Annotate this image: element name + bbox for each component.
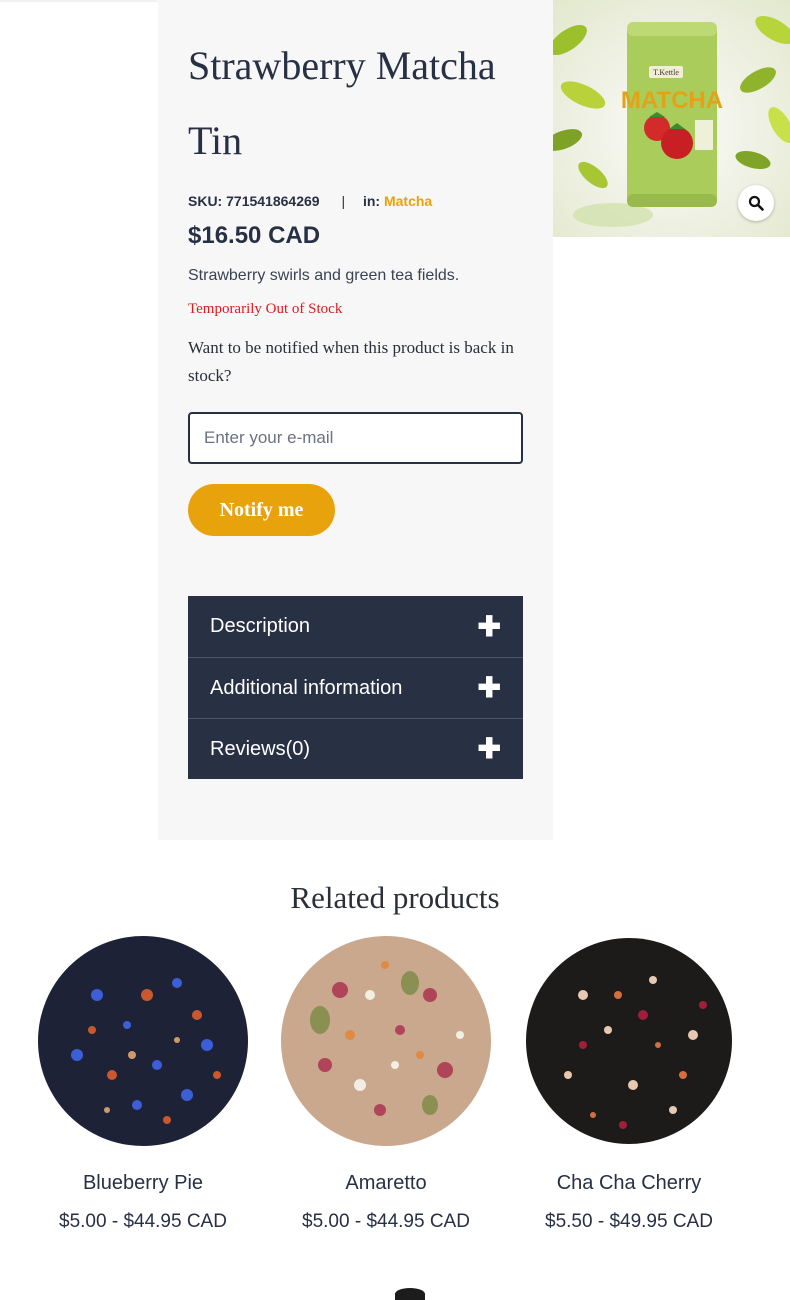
category-link[interactable]: Matcha	[384, 193, 432, 209]
accordion-additional-information[interactable]: Additional information ✚	[188, 657, 523, 718]
product-name[interactable]: Amaretto	[276, 1172, 496, 1195]
magnifier-icon	[748, 195, 764, 211]
short-description: Strawberry swirls and green tea fields.	[188, 267, 460, 284]
tin-brand: T.Kettle	[653, 68, 679, 77]
price-range: $5.00 - $44.95 CAD	[59, 1211, 227, 1232]
accordion-reviews[interactable]: Reviews(0) ✚	[188, 718, 523, 779]
accordion-label: Reviews(0)	[210, 737, 311, 760]
product-meta: SKU: 771541864269 | in: Matcha	[188, 193, 432, 209]
next-row-thumbnail-edge	[395, 1288, 425, 1300]
stock-status: Temporarily Out of Stock	[188, 301, 343, 317]
sku-label: SKU:	[188, 193, 223, 209]
zoom-button[interactable]	[738, 185, 774, 221]
plus-icon: ✚	[477, 672, 501, 703]
product-title: Strawberry Matcha Tin	[188, 43, 496, 163]
accordion-label: Additional information	[210, 676, 403, 699]
accordion-description[interactable]: Description ✚	[188, 596, 523, 657]
product-thumbnail[interactable]	[523, 935, 735, 1147]
product-thumbnail[interactable]	[37, 935, 249, 1147]
plus-icon: ✚	[477, 733, 501, 764]
related-product-card[interactable]: Amaretto $5.00 - $44.95 CAD	[276, 935, 496, 1232]
price-range: $5.50 - $49.95 CAD	[545, 1211, 713, 1232]
email-input[interactable]	[188, 412, 523, 464]
related-product-card[interactable]: Cha Cha Cherry $5.50 - $49.95 CAD	[519, 935, 739, 1232]
product-thumbnail[interactable]	[280, 935, 492, 1147]
meta-separator: |	[341, 193, 346, 209]
related-products-title: Related products	[290, 880, 500, 915]
top-divider	[0, 0, 158, 2]
product-price: $16.50 CAD	[188, 222, 321, 249]
plus-icon: ✚	[477, 610, 501, 642]
related-product-card[interactable]: Blueberry Pie $5.00 - $44.95 CAD	[33, 935, 253, 1232]
product-name[interactable]: Blueberry Pie	[33, 1172, 253, 1195]
notify-question: Want to be notified when this product is…	[188, 338, 514, 385]
accordion-label: Description	[210, 615, 311, 637]
matcha-tin: T.Kettle MATCHA	[621, 22, 723, 207]
sku-value: 771541864269	[226, 193, 320, 209]
notify-me-button[interactable]: Notify me	[188, 484, 335, 536]
category-label: in:	[362, 193, 381, 209]
product-name[interactable]: Cha Cha Cherry	[519, 1172, 739, 1195]
price-range: $5.00 - $44.95 CAD	[302, 1211, 470, 1232]
tin-label: MATCHA	[621, 87, 723, 114]
